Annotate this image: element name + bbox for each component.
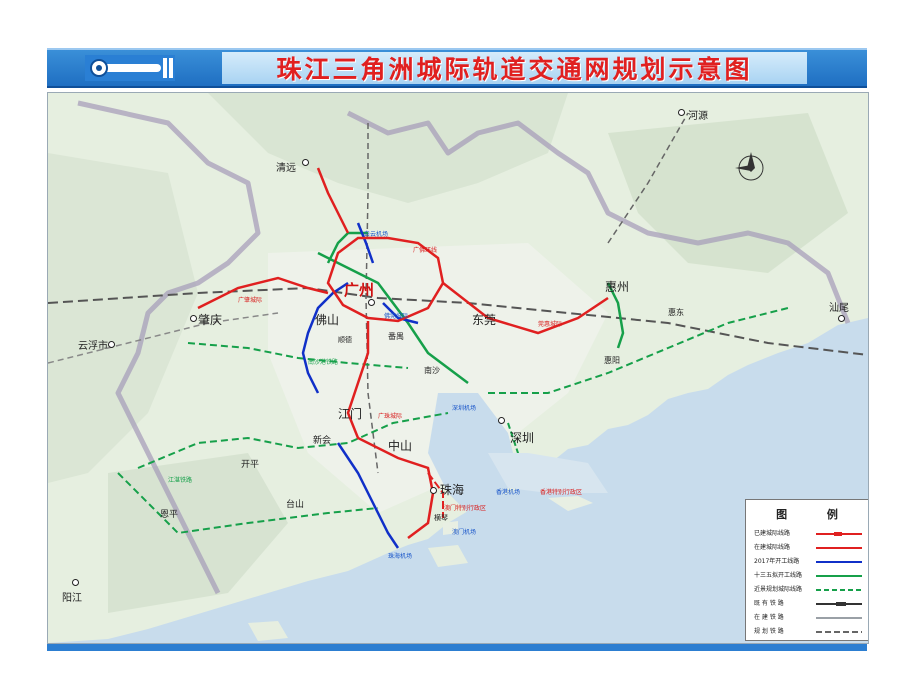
label-line-guangfo: 广佛环线 bbox=[413, 247, 438, 254]
legend-swatch-rail bbox=[816, 602, 862, 606]
city-shenzhen: 深圳 bbox=[510, 431, 535, 445]
city-zhaoqing: 肇庆 bbox=[198, 313, 223, 327]
city-hengqin: 横琴 bbox=[434, 514, 448, 522]
title-band: 珠江三角洲城际轨道交通网规划示意图 bbox=[222, 52, 807, 84]
city-dot-guangzhou bbox=[368, 299, 375, 306]
city-huizhou: 惠州 bbox=[605, 280, 630, 294]
label-line-nansha: 南沙港铁路 bbox=[308, 359, 339, 366]
legend-row-13th: 十三五拟开工线路 bbox=[754, 570, 864, 582]
city-yangjiang: 阳江 bbox=[62, 593, 82, 604]
city-dot-yunfu bbox=[108, 341, 115, 348]
legend-label-13th: 十三五拟开工线路 bbox=[754, 572, 803, 579]
label-airport-mo: 澳门机场 bbox=[452, 529, 477, 536]
island-1 bbox=[248, 621, 288, 641]
title-header: 珠江三角洲城际轨道交通网规划示意图 bbox=[47, 48, 867, 88]
label-line-jiangzhan: 江湛铁路 bbox=[168, 477, 193, 484]
city-shanwei: 汕尾 bbox=[829, 303, 849, 314]
city-dot-zhuhai bbox=[430, 487, 437, 494]
hong-kong-island bbox=[548, 496, 593, 511]
legend-row-2017: 2017年开工线路 bbox=[754, 556, 864, 568]
city-jiangmen: 江门 bbox=[338, 407, 363, 421]
legend-label-planned: 近景规划城际线路 bbox=[754, 586, 803, 593]
label-line-guanhui: 莞惠城际 bbox=[538, 321, 563, 328]
city-dot-qingyuan bbox=[302, 159, 309, 166]
city-nansha: 南沙 bbox=[424, 366, 440, 375]
label-macau: 澳门特别行政区 bbox=[444, 505, 487, 512]
legend-label-2017: 2017年开工线路 bbox=[754, 558, 800, 565]
city-dot-shenzhen bbox=[498, 417, 505, 424]
legend-title: 图 例 bbox=[776, 508, 856, 521]
footer-bar bbox=[47, 644, 867, 651]
city-dot-zhaoqing bbox=[190, 315, 197, 322]
city-kaiping: 开平 bbox=[241, 460, 260, 470]
legend-swatch-13th bbox=[816, 575, 862, 577]
legend-label-railp: 规 划 铁 路 bbox=[754, 628, 784, 635]
city-dot-yangjiang bbox=[72, 579, 79, 586]
city-panyu: 番禺 bbox=[388, 332, 404, 341]
legend-row-rail: 既 有 铁 路 bbox=[754, 598, 864, 610]
city-huidong: 惠东 bbox=[668, 308, 684, 317]
city-qingyuan: 清远 bbox=[276, 163, 296, 174]
label-airport-sz: 深圳机场 bbox=[452, 405, 477, 412]
legend-swatch-2017 bbox=[816, 561, 862, 563]
brand-logo-icon bbox=[85, 55, 175, 81]
legend-swatch-planned bbox=[816, 589, 862, 591]
city-foshan: 佛山 bbox=[315, 313, 340, 327]
city-yunfu: 云浮市 bbox=[78, 341, 108, 352]
city-zhongshan: 中山 bbox=[388, 439, 413, 453]
label-line-guangzhu: 广珠城际 bbox=[378, 413, 403, 420]
city-xinhui: 新会 bbox=[313, 436, 332, 446]
legend-row-construction: 在建城际线路 bbox=[754, 542, 864, 554]
label-airport-zh: 珠海机场 bbox=[388, 553, 413, 560]
label-airport-bai: 白云机场 bbox=[364, 231, 389, 238]
city-heyuan: 河源 bbox=[688, 111, 708, 122]
legend-label-railc: 在 建 铁 路 bbox=[754, 614, 784, 621]
legend-label-rail: 既 有 铁 路 bbox=[754, 600, 784, 607]
legend-label-construction: 在建城际线路 bbox=[754, 544, 791, 551]
map-legend: 图 例 已建城际线路 在建城际线路 2017年开工线路 十三五拟开工线路 近景规… bbox=[745, 499, 868, 641]
city-shunde: 顺德 bbox=[338, 336, 352, 344]
label-hk: 香港特别行政区 bbox=[540, 489, 583, 496]
island-2 bbox=[428, 545, 468, 567]
page-title: 珠江三角洲城际轨道交通网规划示意图 bbox=[276, 55, 753, 84]
city-enping: 恩平 bbox=[160, 510, 179, 520]
legend-swatch-railp bbox=[816, 631, 862, 633]
city-dot-heyuan bbox=[678, 109, 685, 116]
legend-row-railc: 在 建 铁 路 bbox=[754, 612, 864, 624]
label-airport-hk: 香港机场 bbox=[496, 489, 521, 496]
city-zhuhai: 珠海 bbox=[440, 483, 465, 497]
label-line-foguan: 佛莞城际 bbox=[384, 313, 409, 320]
city-dongguan: 东莞 bbox=[472, 313, 497, 327]
city-huiyang: 惠阳 bbox=[604, 356, 620, 365]
legend-row-railp: 规 划 铁 路 bbox=[754, 626, 864, 638]
city-dot-shanwei bbox=[838, 315, 845, 322]
legend-swatch-built bbox=[816, 532, 862, 536]
legend-row-planned: 近景规划城际线路 bbox=[754, 584, 864, 596]
legend-row-built: 已建城际线路 bbox=[754, 528, 864, 540]
city-guangzhou: 广州 bbox=[344, 281, 375, 299]
label-line-guangzhao: 广肇城际 bbox=[238, 297, 263, 304]
legend-label-built: 已建城际线路 bbox=[754, 530, 791, 537]
legend-swatch-construction bbox=[816, 547, 862, 549]
map-canvas[interactable]: 清远 河源 广州 佛山 东莞 番禺 南沙 肇庆 惠州 惠东 惠阳 汕尾 云浮市 … bbox=[47, 92, 869, 644]
legend-swatch-railc bbox=[816, 617, 862, 619]
city-taishan: 台山 bbox=[286, 500, 305, 510]
